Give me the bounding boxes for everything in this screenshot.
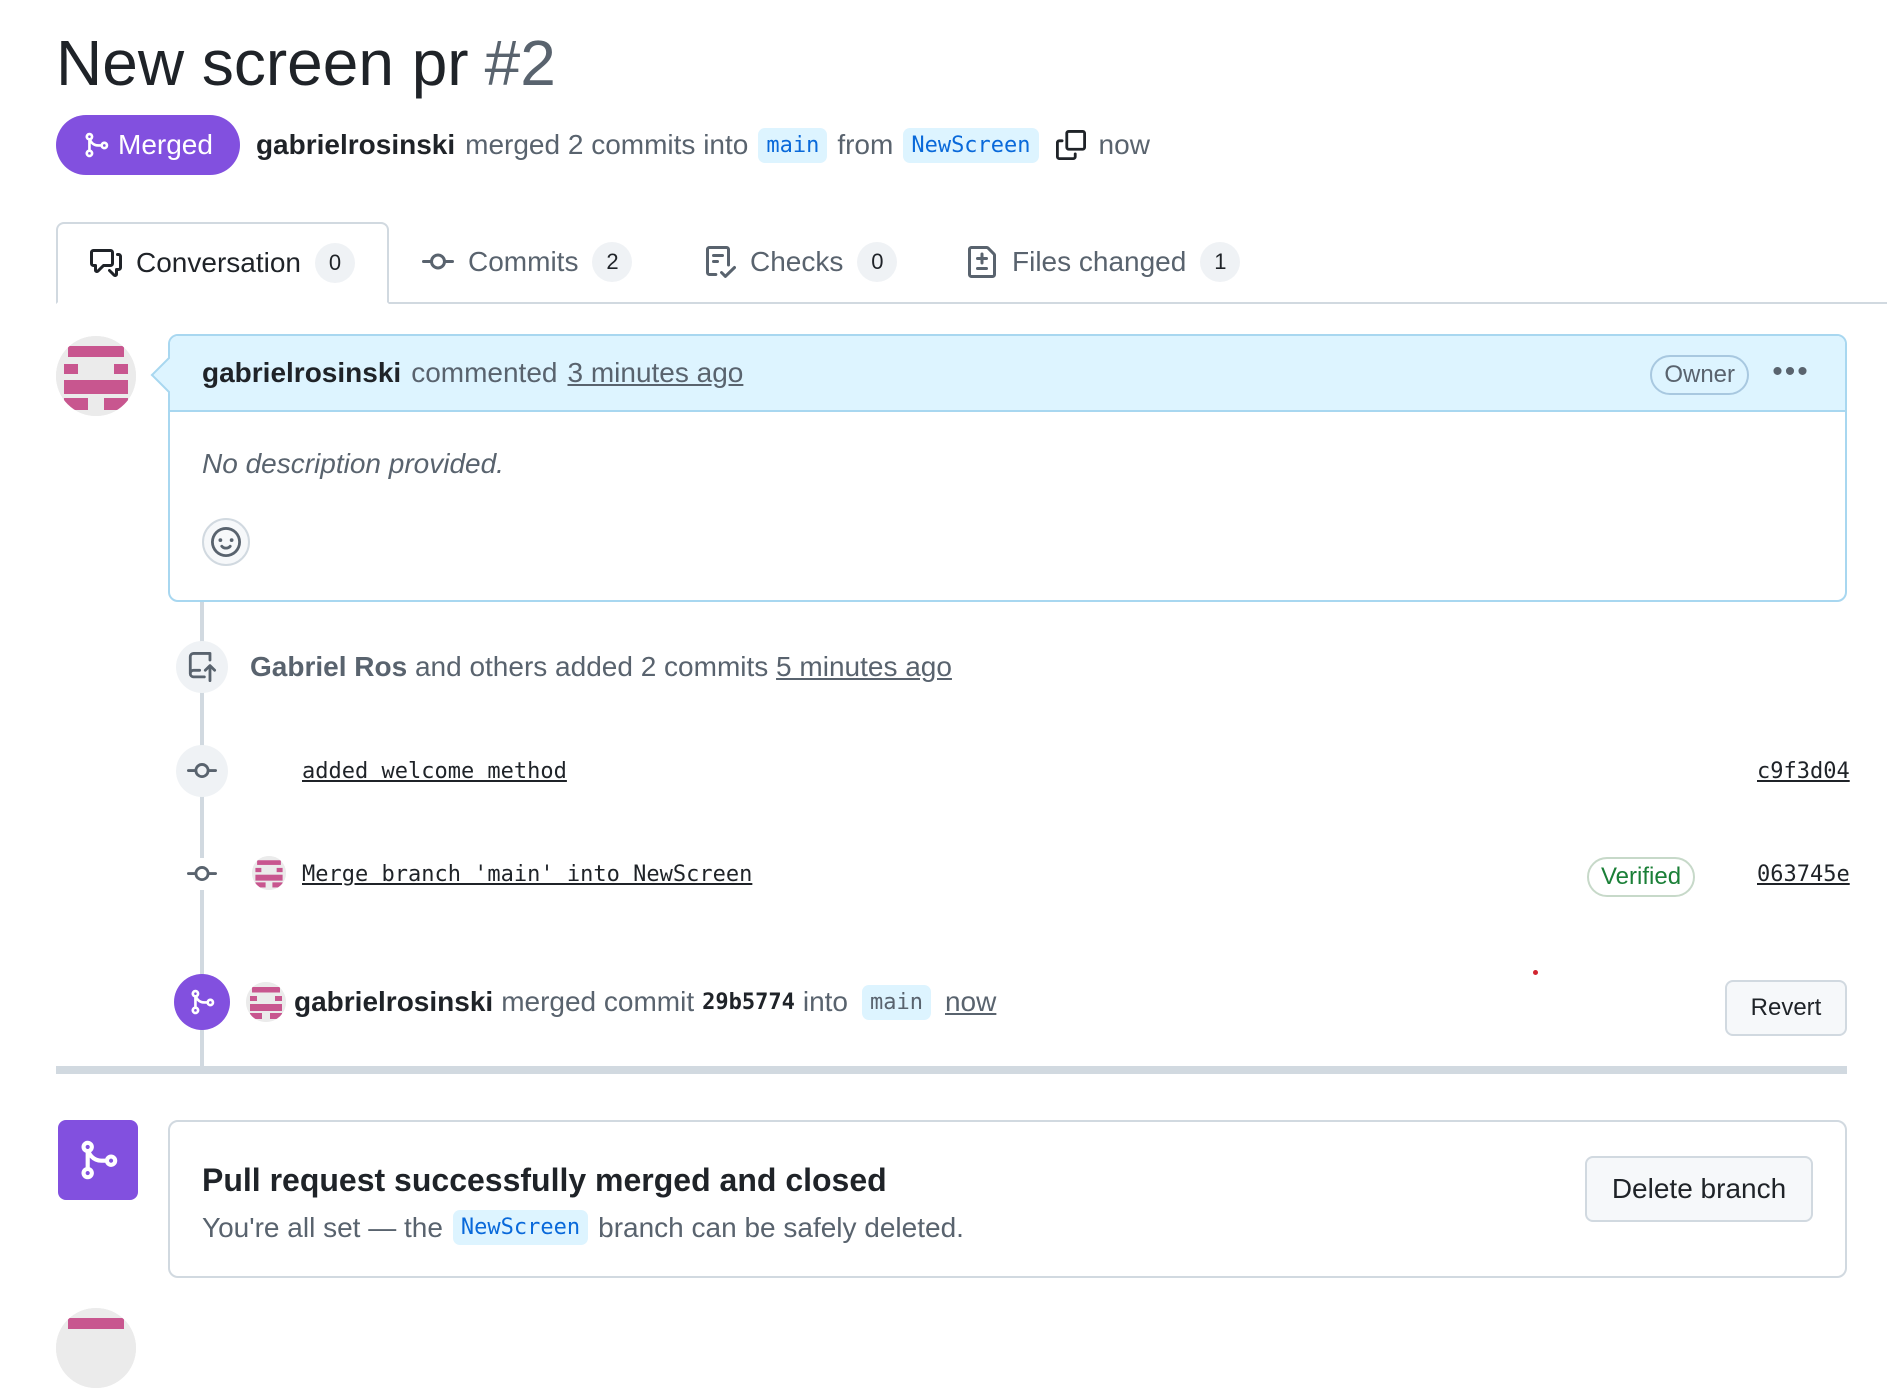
git-commit-icon (187, 866, 217, 882)
pr-tabs: Conversation 0 Commits 2 Checks 0 Files … (56, 222, 1887, 304)
pr-number: #2 (484, 27, 556, 99)
commits-event-description: and others added 2 commits (414, 651, 769, 682)
red-dot (1533, 970, 1538, 975)
merge-event-text: gabrielrosinski merged commit 29b5774 in… (294, 984, 996, 1020)
pr-time: now (1098, 129, 1150, 160)
event-icon-container (176, 641, 228, 693)
comment-body: No description provided. (202, 448, 504, 479)
comment-author-link[interactable]: gabrielrosinski (202, 357, 401, 389)
commit-author-avatar[interactable] (252, 856, 286, 890)
from-word: from (837, 129, 894, 160)
copy-branch-button[interactable] (1053, 127, 1089, 163)
tab-commits-count: 2 (592, 242, 633, 282)
comment-options-button[interactable]: ••• (1771, 352, 1811, 392)
tab-commits-label: Commits (468, 246, 579, 277)
identicon-avatar (246, 982, 286, 1022)
comment-header: gabrielrosinski commented 3 minutes ago … (170, 336, 1845, 412)
git-merge-icon (191, 989, 215, 1015)
git-merge-icon (81, 1140, 118, 1180)
file-diff-icon (968, 246, 996, 278)
tab-files-changed-count: 1 (1200, 242, 1241, 282)
head-branch-chip[interactable]: NewScreen (903, 127, 1039, 163)
merged-state-badge: Merged (56, 115, 240, 175)
pr-meta-row: Merged gabrielrosinski merged 2 commits … (56, 114, 1150, 176)
base-branch-chip[interactable]: main (758, 127, 828, 163)
commit-node-icon-container (186, 858, 218, 890)
delete-branch-button[interactable]: Delete branch (1585, 1156, 1813, 1222)
tab-conversation-count: 0 (314, 243, 355, 283)
commit-node-icon-container (176, 745, 228, 797)
copy-icon (1055, 130, 1086, 160)
tab-checks-label: Checks (750, 246, 844, 277)
smiley-icon (211, 527, 241, 557)
merge-into-word: into (802, 986, 848, 1017)
tab-conversation[interactable]: Conversation 0 (56, 222, 389, 304)
merge-status-sub-before: You're all set — the (202, 1211, 443, 1243)
comment-card: gabrielrosinski commented 3 minutes ago … (168, 334, 1847, 602)
pr-title-text: New screen pr (56, 27, 469, 99)
merge-status-box: Pull request successfully merged and clo… (168, 1120, 1847, 1278)
merge-status-sub-after: branch can be safely deleted. (598, 1211, 964, 1243)
git-commit-icon (422, 253, 454, 270)
identicon-avatar (56, 336, 136, 416)
merged-status-icon-container (58, 1120, 138, 1200)
commit-sha-link[interactable]: c9f3d04 (1757, 759, 1850, 784)
timeline-divider (56, 1066, 1847, 1074)
commit-message-link[interactable]: added welcome method (302, 759, 567, 784)
verified-badge[interactable]: Verified (1587, 857, 1696, 897)
merged-state-label: Merged (118, 129, 213, 160)
add-reaction-button[interactable] (202, 518, 250, 566)
tab-checks[interactable]: Checks 0 (704, 222, 898, 302)
checklist-icon (706, 246, 736, 278)
identicon-avatar (56, 1308, 136, 1388)
tab-files-changed-label: Files changed (1012, 246, 1187, 277)
merge-event-description: merged commit (501, 986, 695, 1017)
commits-event-author-link[interactable]: Gabriel Ros (250, 651, 407, 682)
pr-summary: gabrielrosinski merged 2 commits into ma… (256, 127, 1150, 163)
git-merge-icon (85, 132, 109, 158)
avatar (56, 1308, 136, 1388)
merge-timestamp-link[interactable]: now (945, 986, 996, 1018)
owner-badge: Owner (1650, 355, 1749, 395)
pr-summary-text: merged 2 commits into (465, 129, 749, 160)
merge-status-title: Pull request successfully merged and clo… (202, 1162, 887, 1198)
commits-event-timestamp-link[interactable]: 5 minutes ago (776, 651, 952, 682)
merge-commit-link[interactable]: 29b5774 (702, 990, 795, 1015)
tab-commits[interactable]: Commits 2 (422, 222, 633, 302)
commit-sha-link[interactable]: 063745e (1757, 862, 1850, 887)
merge-author-avatar[interactable] (246, 982, 286, 1022)
tab-files-changed[interactable]: Files changed 1 (966, 222, 1241, 302)
avatar[interactable] (56, 336, 136, 416)
tab-checks-count: 0 (857, 242, 898, 282)
merge-author-link[interactable]: gabrielrosinski (294, 986, 493, 1018)
identicon-avatar (252, 856, 286, 890)
comment-action: commented (411, 357, 558, 388)
merge-event-icon-container (174, 974, 230, 1030)
merge-status-subtitle: You're all set — the NewScreen branch ca… (202, 1210, 964, 1245)
commits-added-event: Gabriel Ros and others added 2 commits 5… (176, 641, 952, 693)
comment-discussion-icon (90, 249, 122, 277)
commits-added-text: Gabriel Ros and others added 2 commits 5… (250, 651, 952, 683)
comment-timestamp-link[interactable]: 3 minutes ago (567, 357, 743, 389)
pr-author-link[interactable]: gabrielrosinski (256, 129, 455, 161)
merge-target-branch-chip[interactable]: main (862, 984, 931, 1020)
commit-message-link[interactable]: Merge branch 'main' into NewScreen (302, 862, 752, 887)
git-commit-icon (187, 763, 217, 779)
tab-conversation-label: Conversation (136, 247, 301, 278)
revert-button[interactable]: Revert (1725, 980, 1847, 1036)
page-title: New screen pr #2 (56, 18, 556, 108)
status-branch-chip[interactable]: NewScreen (452, 1210, 589, 1245)
merge-event: gabrielrosinski merged commit 29b5774 in… (174, 974, 996, 1030)
repo-push-icon (188, 652, 217, 682)
